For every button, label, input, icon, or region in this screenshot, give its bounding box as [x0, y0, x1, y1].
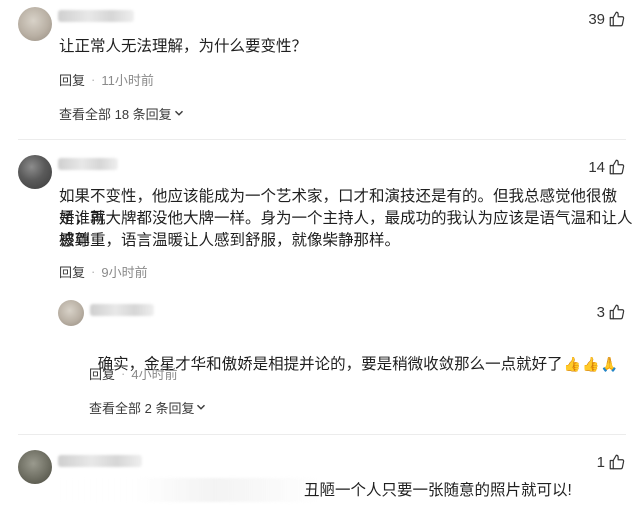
watermark-overlay: [58, 478, 318, 502]
pray-emoji: 🙏: [600, 356, 618, 372]
thumbs-up-icon: [608, 158, 626, 176]
username[interactable]: [58, 158, 118, 170]
comment-meta: 回复 · 9小时前: [59, 262, 148, 281]
like-button[interactable]: 39: [588, 10, 626, 28]
username[interactable]: [58, 10, 134, 22]
like-button[interactable]: 1: [597, 453, 626, 471]
timestamp: 11小时前: [101, 73, 154, 88]
like-count: 39: [588, 10, 605, 28]
reply-like-button[interactable]: 3: [597, 303, 626, 321]
avatar[interactable]: [18, 450, 52, 484]
username[interactable]: [58, 455, 142, 467]
view-all-replies[interactable]: 查看全部 2 条回复: [89, 398, 206, 417]
view-all-label: 查看全部 2 条回复: [89, 401, 195, 416]
comment-text-line: 被尊重，语言温暖让人感到舒服，就像柴静那样。: [59, 232, 401, 249]
view-all-replies[interactable]: 查看全部 18 条回复: [59, 104, 184, 123]
avatar[interactable]: [18, 7, 52, 41]
meta-separator: ·: [91, 264, 96, 279]
reply-button[interactable]: 回复: [59, 70, 85, 89]
chevron-down-icon: [196, 400, 206, 415]
like-count: 14: [588, 158, 605, 176]
like-button[interactable]: 14: [588, 158, 626, 176]
reply-like-count: 3: [596, 303, 605, 321]
view-all-label: 查看全部 18 条回复: [59, 107, 172, 122]
chevron-down-icon: [174, 106, 184, 121]
divider: [18, 139, 626, 140]
thumbs-up-icon: [608, 453, 626, 471]
reply-button[interactable]: 回复: [59, 262, 85, 281]
timestamp: 4小时前: [131, 367, 178, 382]
like-count: 1: [596, 453, 605, 471]
thumbs-up-icon: [608, 303, 626, 321]
meta-separator: ·: [91, 72, 96, 87]
reply-button[interactable]: 回复: [89, 364, 115, 383]
thumbs-up-emoji: 👍: [563, 356, 582, 372]
comment-text: 丑陋一个人只要一张随意的照片就可以!: [304, 482, 572, 499]
reply-avatar[interactable]: [58, 300, 84, 326]
thumbs-up-emoji: 👍: [582, 356, 600, 372]
meta-separator: ·: [121, 366, 126, 381]
avatar[interactable]: [18, 155, 52, 189]
comment-meta: 回复 · 11小时前: [59, 70, 154, 89]
reply-meta: 回复 · 4小时前: [89, 364, 178, 383]
reply-username[interactable]: [90, 304, 154, 316]
timestamp: 9小时前: [101, 265, 148, 280]
thumbs-up-icon: [608, 10, 626, 28]
comment-text: 让正常人无法理解，为什么要变性？: [59, 38, 308, 55]
divider: [18, 434, 626, 435]
